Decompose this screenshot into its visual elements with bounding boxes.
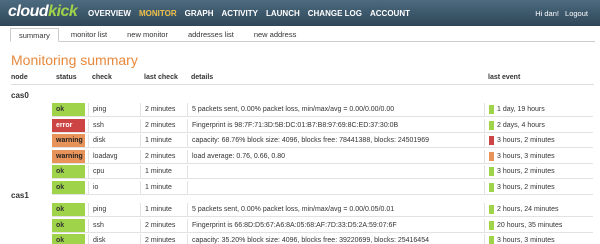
last-event-value: 1 day, 19 hours xyxy=(484,103,593,116)
last-check-value: 2 minutes xyxy=(140,118,187,132)
page-title: Monitoring summary xyxy=(11,52,138,68)
event-status-marker xyxy=(489,136,494,146)
check-name: ping xyxy=(88,203,140,216)
event-status-marker xyxy=(489,167,494,177)
last-event-value: 3 hours, 2 minutes xyxy=(484,134,593,148)
column-header-check: check xyxy=(92,74,112,81)
status-badge: ok xyxy=(52,181,85,194)
column-header-last-event: last event xyxy=(488,74,521,81)
table-row[interactable]: ok cpu 1 minute 3 hours, 2 minutes xyxy=(52,165,593,180)
table-row[interactable]: ok ping 2 minutes 5 packets sent, 0.00% pac… xyxy=(52,103,593,117)
status-badge: ok xyxy=(52,218,85,232)
check-name: ssh xyxy=(88,218,140,232)
table-row[interactable]: warning loadavg 2 minutes load average: 0.7… xyxy=(52,149,593,164)
column-header-details: details xyxy=(191,74,214,81)
sub-tabs: summary monitor list new monitor address… xyxy=(10,28,595,42)
event-status-marker xyxy=(489,220,494,230)
nav-launch[interactable]: LAUNCH xyxy=(266,9,300,18)
tab-addresses-list[interactable]: addresses list xyxy=(180,28,242,42)
status-badge: ok xyxy=(52,165,85,179)
nav-monitor[interactable]: MONITOR xyxy=(139,9,177,18)
details-text: Fingerprint is 66:8D:D5:67:A6:8A:05:68:A… xyxy=(187,218,484,232)
tab-new-address[interactable]: new address xyxy=(246,28,305,42)
column-header-node: node xyxy=(11,74,28,81)
user-greeting[interactable]: Hi dan! xyxy=(535,9,559,18)
status-badge: error xyxy=(52,118,85,132)
details-text: Fingerprint is 98:7F:71:3D:5B:DC:01:B7:B… xyxy=(187,118,484,132)
last-check-value: 2 minutes xyxy=(140,218,187,232)
table-row[interactable]: ok io 1 minute 3 hours, 2 minutes xyxy=(52,181,593,195)
app-logo[interactable]: cloudkick xyxy=(8,3,78,21)
details-text: 5 packets sent, 0.00% packet loss, min/m… xyxy=(187,103,484,116)
details-text: load average: 0.76, 0.66, 0.80 xyxy=(187,149,484,163)
last-event-value: 2 hours, 24 minutes xyxy=(484,203,593,216)
check-name: io xyxy=(88,181,140,194)
event-status-marker xyxy=(489,120,494,130)
check-name: disk xyxy=(88,234,140,244)
details-text xyxy=(187,165,484,179)
table-row[interactable]: warning disk 1 minute capacity: 68.76% bloc… xyxy=(52,134,593,149)
check-name: ping xyxy=(88,103,140,116)
event-status-marker xyxy=(489,236,494,244)
last-event-value: 3 hours, 2 minutes xyxy=(484,165,593,179)
nav-activity[interactable]: ACTIVITY xyxy=(222,9,258,18)
details-text: capacity: 35.20% block size: 4096, block… xyxy=(187,234,484,244)
header-divider xyxy=(11,84,594,85)
status-badge: warning xyxy=(52,134,85,148)
top-navigation-bar: cloudkick OVERVIEW MONITOR GRAPH ACTIVIT… xyxy=(0,0,600,26)
node-label: cas0 xyxy=(11,91,29,100)
last-check-value: 2 minutes xyxy=(140,234,187,244)
last-check-value: 1 minute xyxy=(140,134,187,148)
last-event-value: 3 hours, 3 minutes xyxy=(484,234,593,244)
user-area: Hi dan! Logout xyxy=(531,9,588,18)
table-row[interactable]: error ssh 2 minutes Fingerprint is 98:7F:71… xyxy=(52,118,593,133)
column-header-last-check: last check xyxy=(144,74,178,81)
last-check-value: 2 minutes xyxy=(140,103,187,116)
tab-monitor-list[interactable]: monitor list xyxy=(63,28,115,42)
column-header-status: status xyxy=(56,74,77,81)
nav-overview[interactable]: OVERVIEW xyxy=(88,9,131,18)
details-text: capacity: 68.76% block size: 4096, block… xyxy=(187,134,484,148)
table-row[interactable]: ok ssh 2 minutes Fingerprint is 66:8D:D5:67… xyxy=(52,218,593,233)
last-event-value: 3 hours, 3 minutes xyxy=(484,149,593,163)
nav-graph[interactable]: GRAPH xyxy=(185,9,214,18)
details-text: 5 packets sent, 0.00% packet loss, min/m… xyxy=(187,203,484,216)
nav-account[interactable]: ACCOUNT xyxy=(370,9,410,18)
check-name: ssh xyxy=(88,118,140,132)
last-event-value: 2 days, 4 hours xyxy=(484,118,593,132)
check-name: cpu xyxy=(88,165,140,179)
last-event-value: 20 hours, 35 minutes xyxy=(484,218,593,232)
status-badge: ok xyxy=(52,203,85,216)
event-status-marker xyxy=(489,105,494,114)
table-row[interactable]: ok disk 2 minutes capacity: 35.20% block si… xyxy=(52,234,593,244)
nav-change-log[interactable]: CHANGE LOG xyxy=(308,9,362,18)
table-row[interactable]: ok ping 1 minute 5 packets sent, 0.00% pack… xyxy=(52,203,593,217)
last-check-value: 1 minute xyxy=(140,181,187,194)
last-event-value: 3 hours, 2 minutes xyxy=(484,181,593,194)
main-nav: OVERVIEW MONITOR GRAPH ACTIVITY LAUNCH C… xyxy=(88,9,418,18)
check-name: disk xyxy=(88,134,140,148)
last-check-value: 2 minutes xyxy=(140,149,187,163)
event-status-marker xyxy=(489,183,494,192)
status-badge: ok xyxy=(52,234,85,244)
node-label: cas1 xyxy=(11,191,29,200)
check-name: loadavg xyxy=(88,149,140,163)
last-check-value: 1 minute xyxy=(140,165,187,179)
event-status-marker xyxy=(489,151,494,161)
tab-summary[interactable]: summary xyxy=(10,28,59,42)
status-badge: ok xyxy=(52,103,85,116)
details-text xyxy=(187,181,484,194)
event-status-marker xyxy=(489,205,494,214)
status-badge: warning xyxy=(52,149,85,163)
last-check-value: 1 minute xyxy=(140,203,187,216)
logout-link[interactable]: Logout xyxy=(565,9,588,18)
tab-new-monitor[interactable]: new monitor xyxy=(119,28,176,42)
